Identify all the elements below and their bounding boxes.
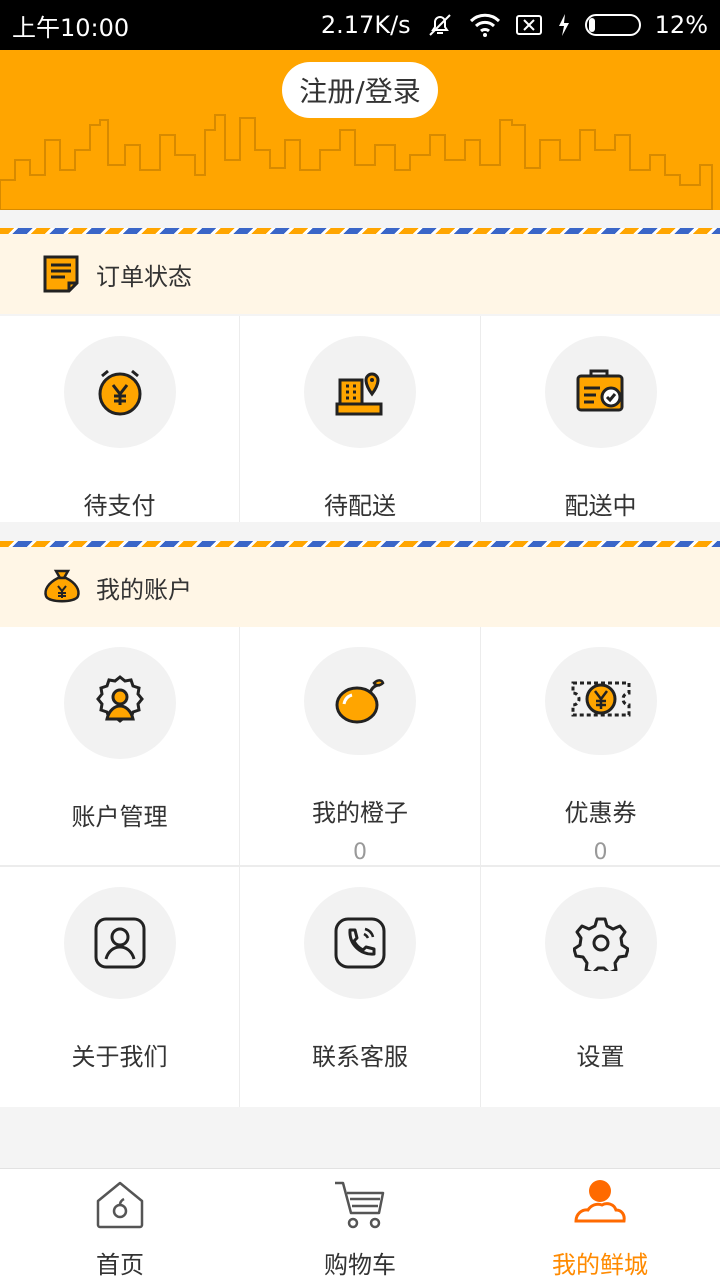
pending-delivery-circle bbox=[304, 336, 416, 448]
contact-service-item[interactable]: 联系客服 bbox=[240, 867, 480, 1107]
tab-label: 首页 bbox=[96, 1251, 144, 1279]
user-gear-icon bbox=[95, 675, 144, 723]
tab-home[interactable]: 首页 bbox=[0, 1169, 240, 1280]
phone-call-icon bbox=[334, 917, 386, 969]
my-oranges-circle bbox=[304, 647, 416, 755]
item-label: 待配送 bbox=[324, 492, 396, 520]
account-management-item[interactable]: 账户管理 bbox=[0, 627, 239, 865]
contact-service-circle bbox=[304, 887, 416, 999]
item-label: 关于我们 bbox=[71, 1043, 168, 1071]
item-label: 联系客服 bbox=[312, 1043, 408, 1071]
profile-header: 注册/登录 bbox=[0, 50, 720, 210]
tab-label: 购物车 bbox=[324, 1251, 396, 1279]
charging-icon bbox=[557, 13, 571, 37]
money-bag-icon bbox=[42, 567, 82, 607]
coupon-yen-icon bbox=[571, 681, 630, 717]
sim-off-icon bbox=[515, 13, 543, 37]
home-icon bbox=[94, 1177, 146, 1233]
network-speed: 2.17K/s bbox=[320, 11, 411, 39]
delivery-clipboard-icon bbox=[576, 369, 623, 412]
delivering-circle bbox=[544, 336, 657, 448]
wifi-icon bbox=[469, 12, 501, 38]
bottom-tab-bar: 首页 购物车 我的鲜城 bbox=[0, 1168, 720, 1280]
notepad-icon bbox=[42, 254, 82, 294]
coupons-item[interactable]: 优惠券 0 bbox=[481, 627, 720, 865]
pending-payment-circle bbox=[63, 336, 176, 448]
my-oranges-item[interactable]: 我的橙子 0 bbox=[240, 627, 480, 865]
order-status-header: 订单状态 bbox=[0, 234, 720, 314]
account-grid: 账户管理 我的橙子 0 优惠券 0 关于我们 联系客服 设置 bbox=[0, 627, 720, 1107]
about-us-item[interactable]: 关于我们 bbox=[0, 867, 239, 1107]
pending-delivery-item[interactable]: 待配送 bbox=[240, 316, 480, 522]
warehouse-location-icon bbox=[335, 372, 383, 416]
coupon-count: 0 bbox=[593, 840, 608, 865]
settings-item[interactable]: 设置 bbox=[481, 867, 720, 1107]
orange-count: 0 bbox=[353, 840, 367, 865]
settings-circle bbox=[544, 887, 657, 999]
item-label: 账户管理 bbox=[71, 803, 168, 831]
pending-payment-item[interactable]: 待支付 bbox=[0, 316, 239, 522]
item-label: 我的橙子 bbox=[312, 799, 408, 827]
my-account-title: 我的账户 bbox=[96, 575, 192, 604]
mute-icon bbox=[425, 10, 455, 40]
tab-label: 我的鲜城 bbox=[552, 1251, 648, 1279]
status-bar: 上午10:00 2.17K/s 12% bbox=[0, 0, 720, 50]
tab-my-account[interactable]: 我的鲜城 bbox=[480, 1169, 720, 1280]
tab-cart[interactable]: 购物车 bbox=[240, 1169, 480, 1280]
delivering-item[interactable]: 配送中 bbox=[481, 316, 720, 522]
item-label: 配送中 bbox=[564, 492, 637, 520]
order-status-title: 订单状态 bbox=[96, 262, 192, 291]
battery-percent: 12% bbox=[654, 11, 708, 39]
alarm-yen-icon bbox=[98, 369, 141, 416]
orange-fruit-icon bbox=[335, 679, 385, 724]
my-account-header: 我的账户 bbox=[0, 547, 720, 627]
user-card-icon bbox=[94, 917, 145, 969]
account-management-circle bbox=[63, 647, 176, 759]
item-label: 优惠券 bbox=[564, 799, 637, 827]
battery-icon bbox=[584, 14, 641, 36]
settings-gear-icon bbox=[572, 917, 629, 971]
coupons-circle bbox=[544, 647, 657, 755]
profile-icon bbox=[572, 1177, 628, 1233]
order-status-grid: 待支付 待配送 配送中 bbox=[0, 316, 720, 522]
about-us-circle bbox=[63, 887, 176, 999]
item-label: 待支付 bbox=[83, 492, 156, 520]
cart-icon bbox=[333, 1177, 387, 1233]
item-label: 设置 bbox=[576, 1043, 625, 1071]
register-login-button[interactable]: 注册/登录 bbox=[282, 62, 438, 118]
status-time: 上午10:00 bbox=[12, 13, 130, 42]
